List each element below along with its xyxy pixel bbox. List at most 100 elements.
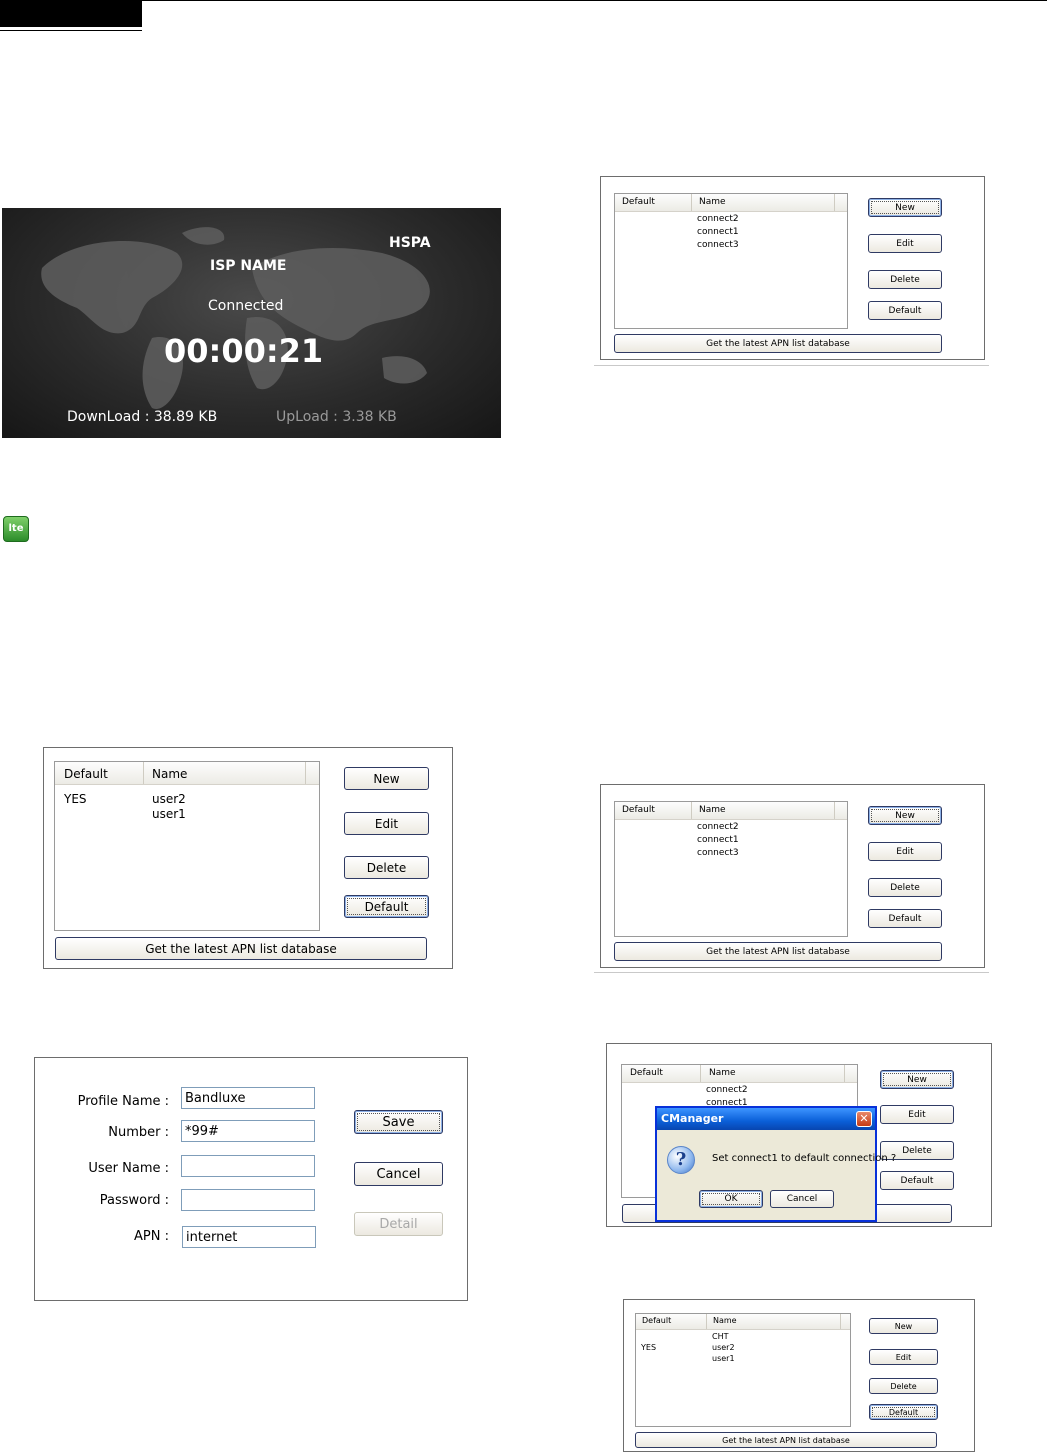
column-name-label: Name — [699, 805, 726, 815]
column-default-label: Default — [630, 1068, 663, 1078]
figure-rule — [594, 972, 989, 973]
delete-profile-button[interactable]: Delete — [869, 1378, 938, 1394]
dialog-title-text: CManager — [661, 1112, 724, 1125]
dialog-cancel-button[interactable]: Cancel — [770, 1190, 834, 1208]
column-name[interactable]: Name — [691, 802, 834, 819]
get-apn-list-button[interactable]: Get the latest APN list database — [635, 1432, 937, 1448]
row-name-value: connect2 — [697, 822, 739, 832]
table-row[interactable]: connect3 — [697, 848, 739, 858]
profile-name-input[interactable] — [181, 1087, 315, 1109]
cancel-button[interactable]: Cancel — [354, 1162, 443, 1186]
row-default-value: YES — [641, 1343, 657, 1352]
close-icon[interactable]: ✕ — [856, 1111, 872, 1127]
confirm-dialog: CManager ✕ ? Set connect1 to default con… — [655, 1106, 896, 1222]
new-profile-button[interactable]: New — [880, 1070, 954, 1089]
user-name-label: User Name : — [88, 1161, 169, 1176]
table-row[interactable]: user2 — [152, 792, 186, 806]
edit-profile-button[interactable]: Edit — [868, 842, 942, 861]
default-profile-button[interactable]: Default — [880, 1171, 954, 1190]
column-name-label: Name — [713, 1316, 737, 1325]
lte-icon: lte — [3, 516, 29, 542]
apn-input[interactable] — [182, 1226, 316, 1248]
profile-list-header: Default Name — [622, 1065, 857, 1083]
profile-manager-window-top: Default Name connect2 connect1 connect3 … — [600, 176, 985, 360]
edit-profile-button[interactable]: Edit — [880, 1105, 954, 1124]
connection-state-label: Connected — [208, 298, 284, 314]
delete-profile-button[interactable]: Delete — [344, 856, 429, 879]
isp-name-label: ISP NAME — [210, 258, 287, 274]
delete-profile-button[interactable]: Delete — [868, 270, 942, 289]
row-name-value: connect1 — [697, 835, 739, 845]
row-name-value: connect1 — [697, 227, 739, 237]
profile-manager-window: Default Name YES user2 user1 New Edit De… — [43, 747, 453, 969]
column-default[interactable]: Default — [615, 802, 691, 819]
profile-list[interactable]: Default Name YES user2 user1 — [54, 761, 320, 931]
default-profile-button[interactable]: Default — [869, 1404, 938, 1420]
table-row[interactable]: connect1 — [697, 227, 739, 237]
column-default-label: Default — [622, 197, 655, 207]
column-name[interactable]: Name — [691, 194, 834, 211]
column-filler — [305, 762, 319, 784]
new-profile-button[interactable]: New — [868, 806, 942, 825]
profile-list-header: Default Name — [615, 802, 847, 820]
column-default-label: Default — [642, 1316, 672, 1325]
figure-rule — [594, 365, 989, 366]
table-row[interactable]: connect2 — [697, 822, 739, 832]
header-underline — [0, 30, 142, 31]
edit-profile-button[interactable]: Edit — [868, 234, 942, 253]
edit-profile-button[interactable]: Edit — [344, 812, 429, 835]
row-name-value: CHT — [712, 1332, 729, 1341]
column-default[interactable]: Default — [55, 762, 143, 784]
table-row[interactable]: connect2 — [697, 214, 739, 224]
table-row[interactable]: connect2 — [706, 1085, 748, 1095]
row-name-value: user1 — [712, 1354, 735, 1363]
question-icon: ? — [667, 1146, 695, 1174]
get-apn-list-button[interactable]: Get the latest APN list database — [614, 334, 942, 353]
get-apn-list-button[interactable]: Get the latest APN list database — [55, 937, 427, 960]
default-profile-button[interactable]: Default — [868, 301, 942, 320]
column-default[interactable]: Default — [615, 194, 691, 211]
number-label: Number : — [108, 1125, 169, 1140]
connection-timer: 00:00:21 — [164, 332, 324, 370]
save-button[interactable]: Save — [354, 1110, 443, 1134]
profile-name-label: Profile Name : — [77, 1094, 169, 1109]
new-profile-button[interactable]: New — [869, 1318, 938, 1334]
number-input[interactable] — [181, 1120, 315, 1142]
new-profile-button[interactable]: New — [344, 767, 429, 790]
profile-list-header: Default Name — [615, 194, 847, 212]
column-default[interactable]: Default — [622, 1065, 700, 1082]
default-profile-button[interactable]: Default — [868, 909, 942, 928]
column-name-label: Name — [699, 197, 726, 207]
column-name[interactable]: Name — [700, 1065, 844, 1082]
password-input[interactable] — [181, 1189, 315, 1211]
table-row[interactable]: CHT — [712, 1332, 729, 1341]
table-row[interactable]: user1 — [152, 807, 186, 821]
table-row[interactable]: YES — [641, 1343, 656, 1352]
profile-list-header: Default Name — [55, 762, 319, 785]
table-row[interactable]: user1 — [712, 1354, 735, 1363]
get-apn-list-button[interactable]: Get the latest APN list database — [614, 942, 942, 961]
table-row[interactable]: YES — [64, 792, 87, 806]
column-default-label: Default — [622, 805, 655, 815]
profile-list-header: Default Name — [636, 1314, 850, 1330]
column-filler — [834, 194, 846, 211]
connection-status-panel: HSPA ISP NAME Connected 00:00:21 DownLoa… — [2, 208, 501, 438]
table-row[interactable]: user2 — [712, 1343, 735, 1352]
profile-list[interactable]: Default Name connect2 connect1 connect3 — [614, 801, 848, 937]
column-name[interactable]: Name — [143, 762, 305, 784]
row-name-value: connect3 — [697, 848, 739, 858]
column-default[interactable]: Default — [636, 1314, 706, 1329]
dialog-title: CManager — [657, 1108, 875, 1130]
apn-label: APN : — [134, 1229, 169, 1244]
user-name-input[interactable] — [181, 1155, 315, 1177]
new-profile-button[interactable]: New — [868, 198, 942, 217]
column-name[interactable]: Name — [706, 1314, 840, 1329]
delete-profile-button[interactable]: Delete — [868, 878, 942, 897]
table-row[interactable]: connect3 — [697, 240, 739, 250]
profile-list[interactable]: Default Name connect2 connect1 connect3 — [614, 193, 848, 329]
profile-list[interactable]: Default Name CHT YES user2 user1 — [635, 1313, 851, 1427]
edit-profile-button[interactable]: Edit — [869, 1349, 938, 1365]
table-row[interactable]: connect1 — [697, 835, 739, 845]
default-profile-button[interactable]: Default — [344, 895, 429, 918]
ok-button[interactable]: OK — [699, 1190, 763, 1208]
